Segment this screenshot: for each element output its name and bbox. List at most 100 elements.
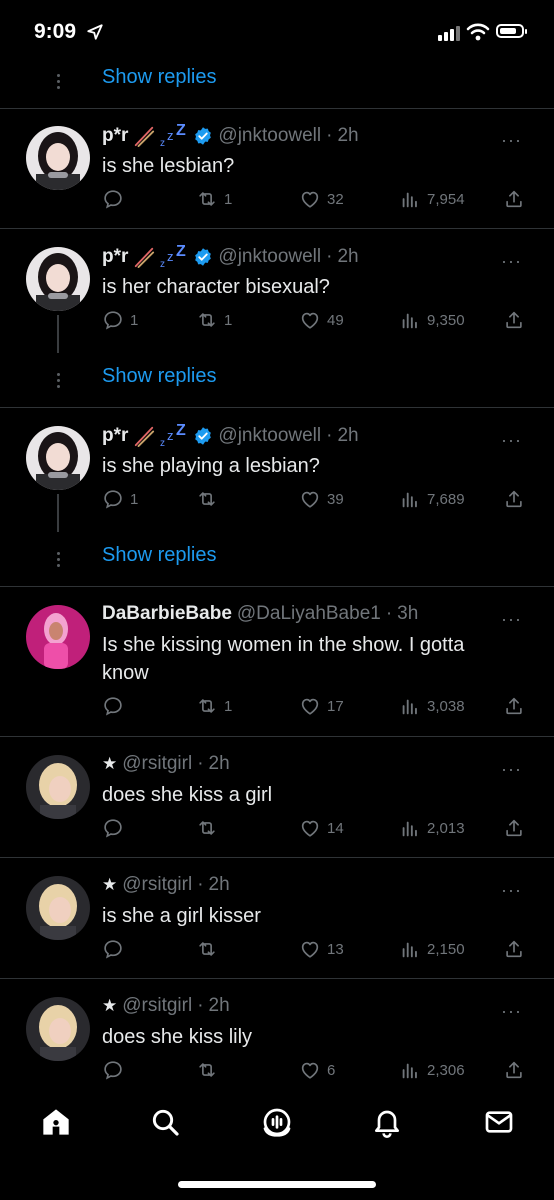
- timestamp[interactable]: 3h: [397, 603, 418, 625]
- views-button[interactable]: 2,150: [399, 938, 465, 960]
- share-button[interactable]: [503, 488, 525, 510]
- handle[interactable]: @jnktoowell: [218, 125, 321, 147]
- timestamp[interactable]: 2h: [209, 874, 230, 896]
- retweet-button[interactable]: [196, 817, 224, 839]
- thread-dots: [57, 373, 60, 391]
- more-options-icon[interactable]: ···: [501, 1001, 522, 1022]
- timestamp[interactable]: 2h: [209, 753, 230, 775]
- tweet[interactable]: ★ @rsitgirl · 2h ··· does she kiss lily 6 …: [0, 979, 554, 1094]
- show-replies-row[interactable]: Show replies: [0, 60, 554, 109]
- like-button[interactable]: 32: [299, 188, 344, 210]
- handle[interactable]: @jnktoowell: [218, 246, 321, 268]
- like-button[interactable]: 49: [299, 309, 344, 331]
- views-button[interactable]: 3,038: [399, 695, 465, 717]
- timestamp[interactable]: 2h: [337, 125, 358, 147]
- view-count: 2,013: [427, 819, 465, 837]
- reply-button[interactable]: [102, 1059, 130, 1081]
- reply-button[interactable]: [102, 188, 130, 210]
- like-button[interactable]: 13: [299, 938, 344, 960]
- show-replies-link[interactable]: Show replies: [102, 544, 217, 567]
- views-button[interactable]: 7,954: [399, 188, 465, 210]
- tweet[interactable]: ★ @rsitgirl · 2h ··· does she kiss a girl …: [0, 737, 554, 858]
- show-replies-link[interactable]: Show replies: [102, 365, 217, 388]
- avatar[interactable]: [26, 876, 90, 940]
- dot-separator: ·: [326, 425, 333, 446]
- views-button[interactable]: 2,306: [399, 1059, 465, 1081]
- display-name[interactable]: DaBarbieBabe: [102, 603, 232, 625]
- handle[interactable]: @rsitgirl: [122, 753, 192, 775]
- share-button[interactable]: [503, 938, 525, 960]
- search-icon[interactable]: [149, 1106, 181, 1138]
- handle[interactable]: @DaLiyahBabe1: [237, 603, 381, 625]
- retweet-count: 1: [224, 311, 233, 329]
- retweet-button[interactable]: 1: [196, 695, 232, 717]
- more-options-icon[interactable]: ···: [501, 130, 522, 151]
- views-button[interactable]: 7,689: [399, 488, 465, 510]
- tweet[interactable]: p*r @jnktoowell · 2h ··· is she playing a …: [0, 408, 554, 538]
- more-options-icon[interactable]: ···: [501, 759, 522, 780]
- reply-button[interactable]: 1: [102, 488, 138, 510]
- mail-icon[interactable]: [483, 1106, 515, 1138]
- like-button[interactable]: 6: [299, 1059, 335, 1081]
- avatar[interactable]: [26, 997, 90, 1061]
- display-name[interactable]: ★: [102, 754, 117, 774]
- retweet-button[interactable]: [196, 488, 224, 510]
- show-replies-row[interactable]: Show replies: [0, 538, 554, 587]
- views-icon: [399, 309, 421, 331]
- reply-button[interactable]: [102, 817, 130, 839]
- share-button[interactable]: [503, 309, 525, 331]
- more-options-icon[interactable]: ···: [501, 609, 522, 630]
- view-count: 7,954: [427, 190, 465, 208]
- views-button[interactable]: 2,013: [399, 817, 465, 839]
- more-options-icon[interactable]: ···: [501, 251, 522, 272]
- display-name[interactable]: ★: [102, 996, 117, 1016]
- views-button[interactable]: 9,350: [399, 309, 465, 331]
- tweet[interactable]: ★ @rsitgirl · 2h ··· is she a girl kisser …: [0, 858, 554, 979]
- handle[interactable]: @rsitgirl: [122, 874, 192, 896]
- like-count: 32: [327, 190, 344, 208]
- more-options-icon[interactable]: ···: [501, 880, 522, 901]
- timestamp[interactable]: 2h: [209, 995, 230, 1017]
- retweet-button[interactable]: 1: [196, 188, 232, 210]
- retweet-button[interactable]: [196, 1059, 224, 1081]
- handle[interactable]: @jnktoowell: [218, 425, 321, 447]
- avatar[interactable]: [26, 247, 90, 311]
- share-button[interactable]: [503, 1059, 525, 1081]
- tweet[interactable]: DaBarbieBabe @DaLiyahBabe1 · 3h ··· Is she…: [0, 587, 554, 737]
- reply-button[interactable]: [102, 695, 130, 717]
- avatar[interactable]: [26, 126, 90, 190]
- tweet[interactable]: p*r @jnktoowell · 2h ··· is her character …: [0, 229, 554, 359]
- home-indicator[interactable]: [178, 1181, 376, 1188]
- avatar[interactable]: [26, 755, 90, 819]
- avatar[interactable]: [26, 426, 90, 490]
- display-name[interactable]: p*r: [102, 425, 128, 447]
- like-button[interactable]: 39: [299, 488, 344, 510]
- spaces-icon[interactable]: [261, 1106, 293, 1138]
- show-replies-row[interactable]: Show replies: [0, 359, 554, 408]
- share-button[interactable]: [503, 817, 525, 839]
- handle[interactable]: @rsitgirl: [122, 995, 192, 1017]
- display-name[interactable]: p*r: [102, 246, 128, 268]
- timestamp[interactable]: 2h: [337, 246, 358, 268]
- retweet-button[interactable]: [196, 938, 224, 960]
- bell-icon[interactable]: [371, 1106, 403, 1138]
- like-button[interactable]: 17: [299, 695, 344, 717]
- reply-button[interactable]: [102, 938, 130, 960]
- share-button[interactable]: [503, 695, 525, 717]
- retweet-count: 1: [224, 190, 233, 208]
- share-button[interactable]: [503, 188, 525, 210]
- home-icon[interactable]: [40, 1106, 72, 1138]
- retweet-button[interactable]: 1: [196, 309, 232, 331]
- zzz-emoji-icon: [160, 245, 188, 269]
- avatar[interactable]: [26, 605, 90, 669]
- like-button[interactable]: 14: [299, 817, 344, 839]
- timestamp[interactable]: 2h: [337, 425, 358, 447]
- like-count: 13: [327, 940, 344, 958]
- show-replies-link[interactable]: Show replies: [102, 66, 217, 89]
- display-name[interactable]: ★: [102, 875, 117, 895]
- tweet[interactable]: p*r @jnktoowell · 2h ··· is she lesbian? 1…: [0, 108, 554, 229]
- reply-button[interactable]: 1: [102, 309, 138, 331]
- display-name[interactable]: p*r: [102, 125, 128, 147]
- verified-badge-icon: [193, 247, 213, 267]
- more-options-icon[interactable]: ···: [501, 430, 522, 451]
